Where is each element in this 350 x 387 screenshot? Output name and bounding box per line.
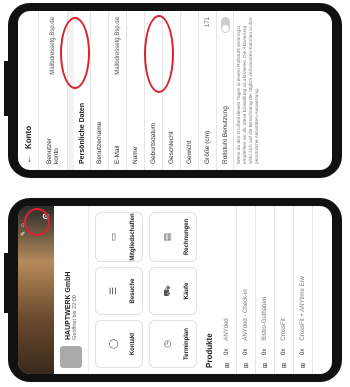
product-name: CrossFit — [281, 318, 287, 341]
field-email[interactable]: E-Mail Mailbdressetg.Bsp.de — [109, 11, 127, 170]
product-qty: 0x — [262, 348, 268, 355]
plus-icon[interactable]: ⊞ — [224, 363, 231, 368]
tile-label: Mitgliedschaften — [130, 213, 136, 261]
clock-icon: ◷ — [162, 340, 172, 348]
field-height[interactable]: Größe (cm) 171 — [199, 11, 217, 170]
tile-label: Besuche — [130, 278, 136, 304]
field-weight[interactable]: Gewicht — [181, 11, 199, 170]
receipt-icon: ▤ — [162, 232, 172, 242]
field-label: Name — [132, 146, 139, 164]
product-name: CrossFit + ANYtime Erw — [300, 276, 306, 341]
tile-label: Rechnungen — [184, 218, 190, 256]
product-qty: 0x — [224, 348, 230, 355]
tile-label: Terminplan — [184, 328, 190, 360]
tile-besuche[interactable]: ☰ Besuche — [95, 267, 143, 315]
product-row[interactable]: ⊞ 0x CrossFit + ANYtime Erw — [294, 206, 313, 374]
tile-kontakt[interactable]: ◯ Kontakt — [95, 320, 143, 368]
studio-info: HAUPTWERK GmbH Geöffnet bis 22:00 — [54, 206, 89, 374]
field-label: Geschlecht — [168, 131, 175, 164]
field-label: Größe (cm) — [204, 130, 211, 164]
plus-icon[interactable]: ⊞ — [243, 363, 250, 368]
back-arrow-icon[interactable]: ← — [23, 155, 33, 164]
field-label: E-Mail — [114, 145, 121, 164]
page-title: Konto — [23, 125, 33, 149]
product-qty: 0x — [243, 348, 249, 355]
tile-label: Käufe — [184, 282, 190, 300]
studio-hours: Geöffnet bis 22:00 — [71, 295, 78, 340]
studio-logo — [60, 346, 82, 368]
cart-icon: ⛟ — [162, 285, 172, 297]
tile-terminplan[interactable]: ◷ Terminplan — [149, 320, 197, 368]
phone-notch — [4, 253, 18, 313]
studio-name: HAUPTWERK GmbH — [64, 271, 72, 340]
product-name: ANYded — [224, 318, 230, 341]
phone-frame-bottom: ✎ ⌂ ⚙ HAUPTWERK GmbH Geöffnet bis 22:00 … — [4, 198, 342, 382]
products-heading: Produkte — [205, 333, 214, 368]
tile-label: Kontakt — [130, 332, 136, 356]
account-screen: ← Konto Benutzer konto Mailbdressetg.Bsp… — [18, 11, 332, 170]
highlight-circle — [144, 15, 174, 93]
wheelchair-label: Rollstuhl Benutzung — [221, 106, 229, 164]
highlight-circle — [60, 17, 90, 89]
product-qty: 0x — [300, 348, 306, 355]
plus-icon[interactable]: ⊞ — [262, 363, 269, 368]
field-label: Geburtsdatum — [150, 122, 157, 164]
product-row[interactable]: ⊞ 0x ANYded - Check-in — [237, 206, 256, 374]
tile-rechnungen[interactable]: ▤ Rechnungen — [149, 212, 197, 262]
user-account-value: Mailbdressetg.Bsp.de — [50, 17, 56, 75]
account-header: ← Konto — [18, 11, 39, 170]
plus-icon[interactable]: ⊞ — [300, 363, 307, 368]
field-username[interactable]: Benutzername — [91, 11, 109, 170]
product-name: Bistro-Guthaben — [262, 296, 268, 341]
tile-kaeufe[interactable]: ⛟ Käufe — [149, 267, 197, 315]
field-name[interactable]: Name — [127, 11, 145, 170]
field-label: Benutzername — [96, 121, 103, 164]
user-account-label: Benutzer konto — [46, 137, 60, 164]
highlight-circle — [24, 208, 50, 236]
wheelchair-row: Rollstuhl Benutzung — [217, 11, 234, 170]
studio-screen: ✎ ⌂ ⚙ HAUPTWERK GmbH Geöffnet bis 22:00 … — [18, 206, 332, 374]
card-icon: ▭ — [108, 232, 118, 242]
field-value: 171 — [204, 17, 211, 28]
chat-icon: ◯ — [108, 338, 118, 350]
wheelchair-description: Wenn du den Großteil deines Tages in ein… — [237, 17, 260, 164]
phone-notch — [4, 61, 18, 116]
product-qty: 0x — [281, 348, 287, 355]
tile-mitgliedschaften[interactable]: ▭ Mitgliedschaften — [95, 212, 143, 262]
product-row[interactable]: ⊞ 0x ANYded — [218, 206, 237, 374]
wheelchair-toggle[interactable] — [220, 17, 230, 33]
product-name: ANYded - Check-in — [243, 289, 249, 341]
phone-frame-top: ← Konto Benutzer konto Mailbdressetg.Bsp… — [4, 3, 342, 178]
field-label: Gewicht — [186, 140, 193, 164]
product-row[interactable]: ⊞ 0x CrossFit — [275, 206, 294, 374]
field-value: Mailbdressetg.Bsp.de — [114, 17, 121, 75]
product-row[interactable]: ⊞ 0x Bistro-Guthaben — [256, 206, 275, 374]
list-icon: ☰ — [108, 286, 118, 296]
plus-icon[interactable]: ⊞ — [281, 363, 288, 368]
